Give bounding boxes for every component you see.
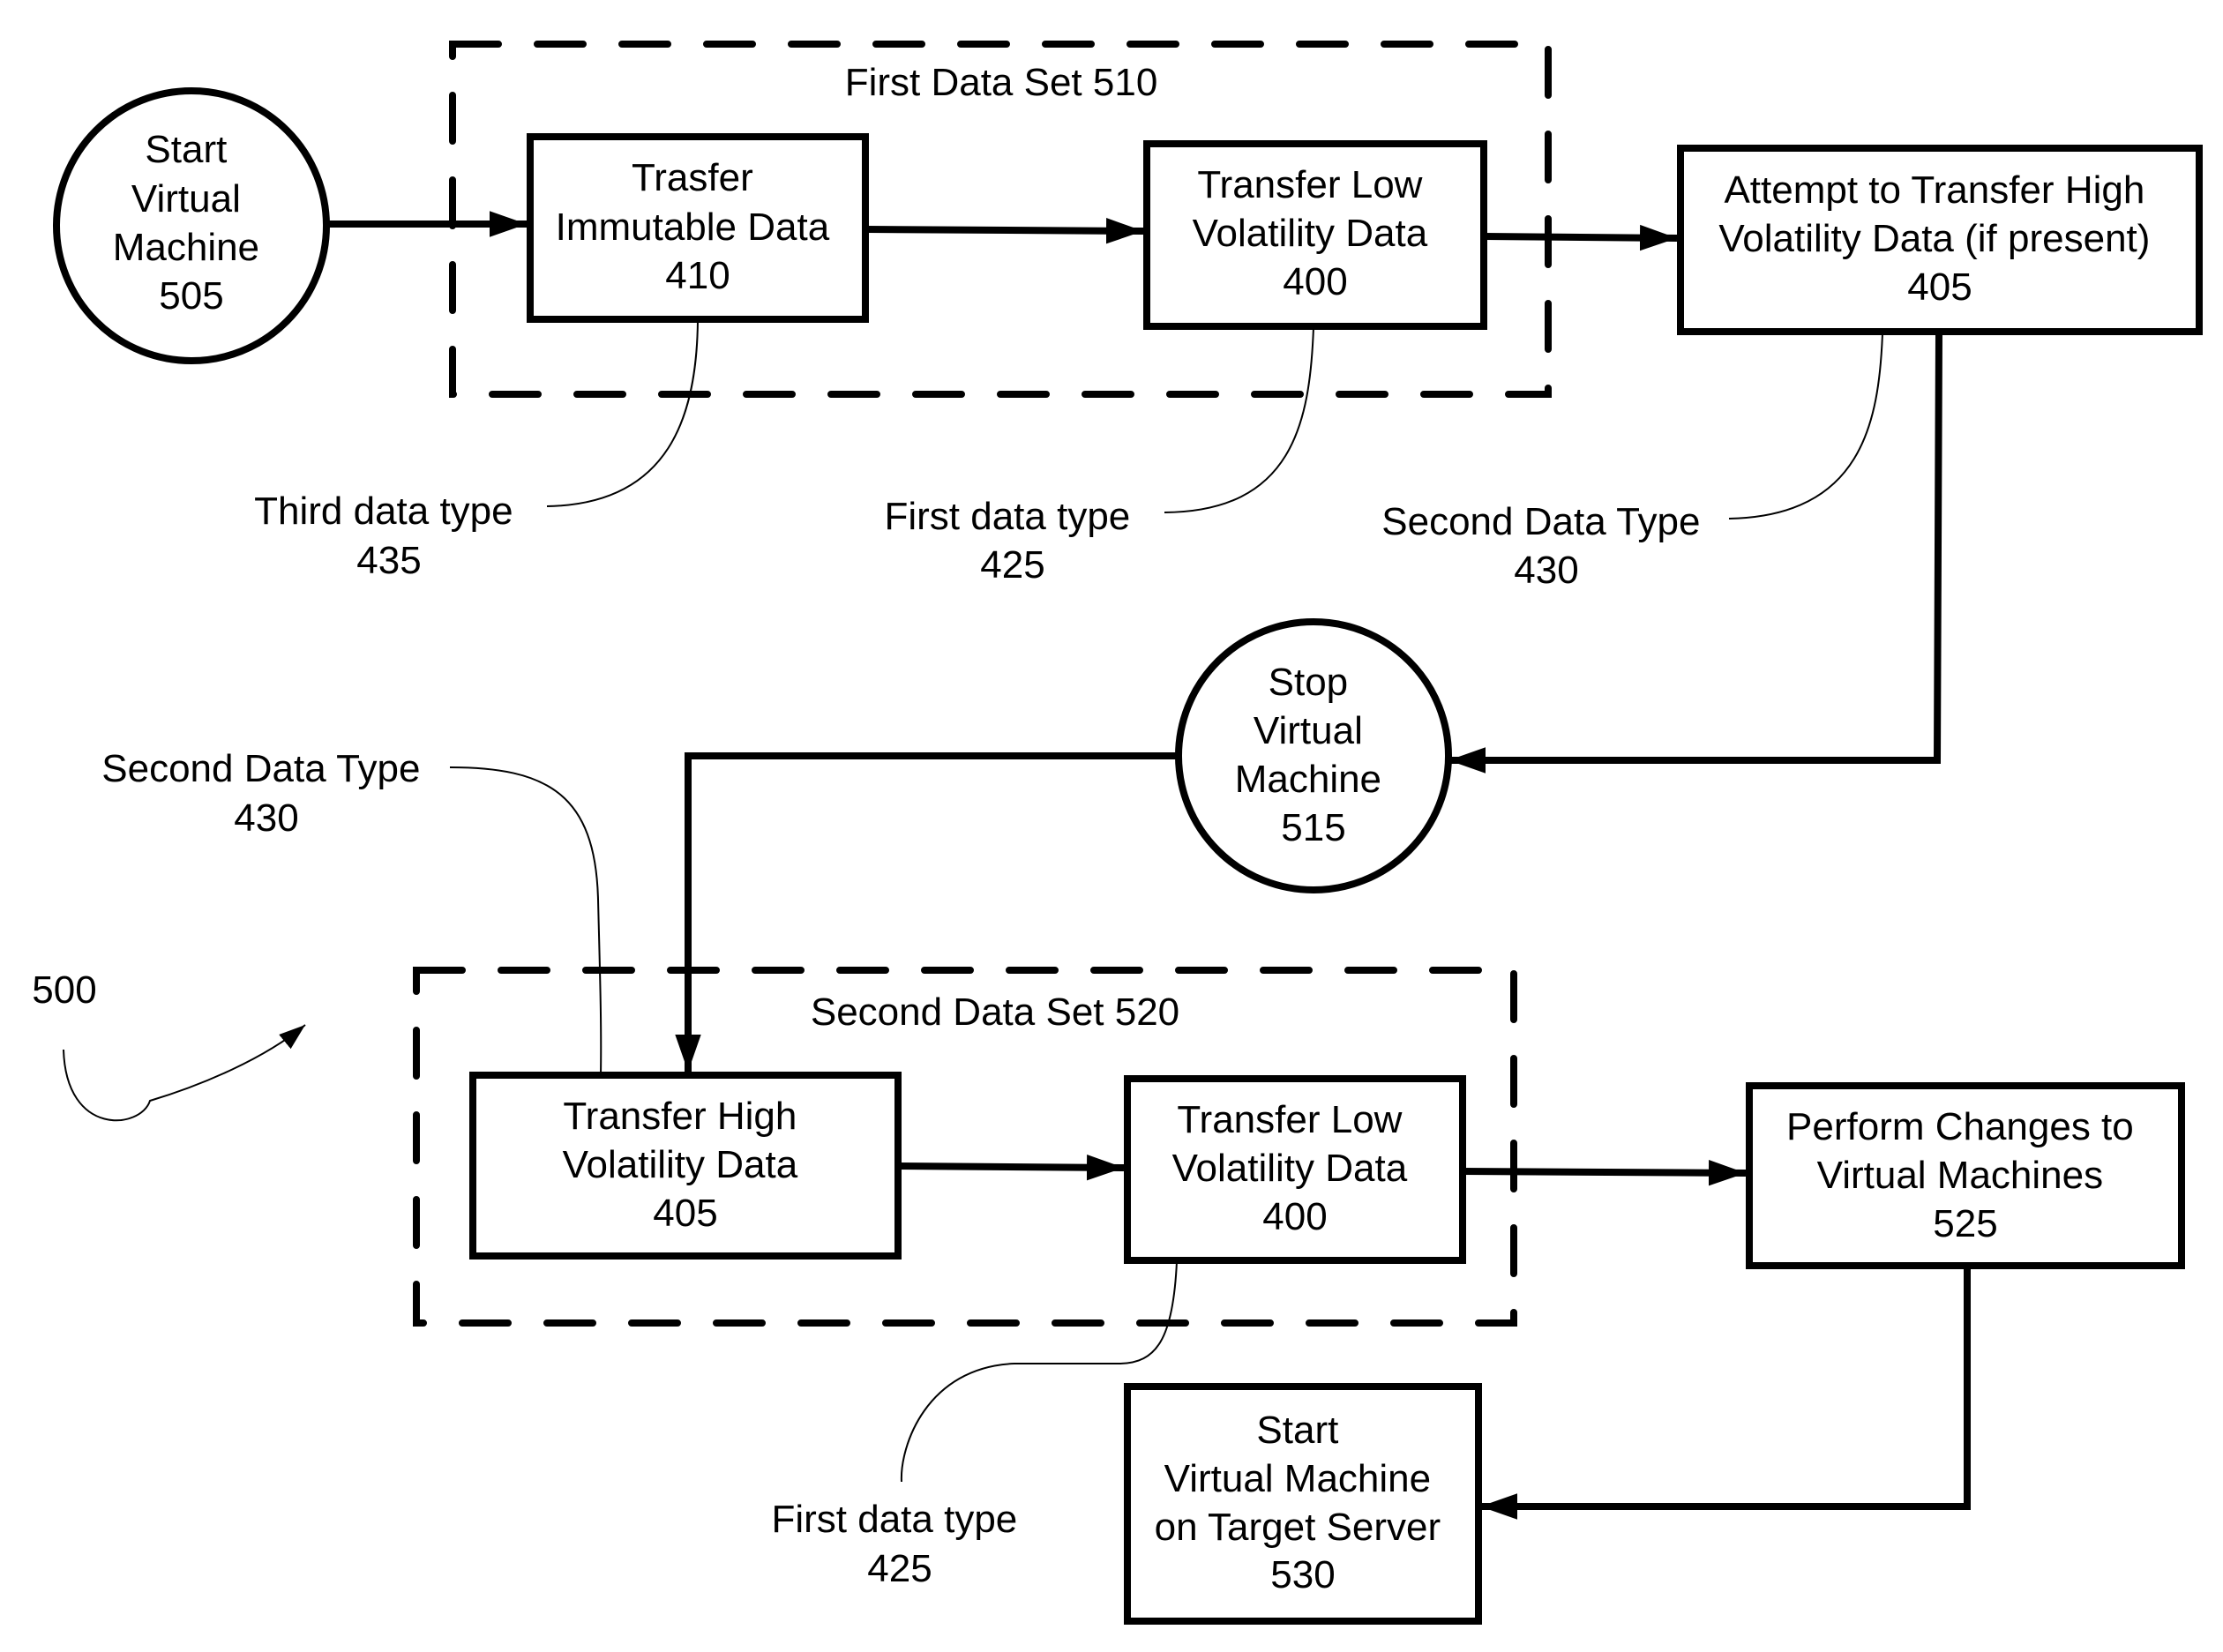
flow-diagram: First Data Set 510 Second Data Set 520 S… [32,41,2203,1625]
node-transfer-low-400-b: Transfer Low Volatility Data 400 [1124,1075,1466,1264]
node-start-vm-target-530: Start Virtual Machine on Target Server 5… [1124,1383,1482,1625]
callout-third-data-type-435: Third data type 435 [254,490,524,582]
edge-410-400 [865,218,1144,244]
second-data-set-label: Second Data Set 520 [811,990,1179,1034]
callout-second-data-type-430-a: Second Data Type 430 [1381,500,1710,592]
connectors [326,211,1971,1520]
figure-reference-number: 500 [32,968,96,1012]
node-transfer-low-400-a: Transfer Low Volatility Data 400 [1143,140,1487,330]
callout-second-data-type-430-b: Second Data Type 430 [101,747,430,840]
callout-text: First data type 425 [771,1498,1028,1590]
node-stop-vm-515: Stop Virtual Machine 515 [1175,618,1452,893]
figure-reference: 500 [32,968,306,1122]
callout-first-data-type-425-a: First data type 425 [884,495,1141,587]
edge-400b-525 [1462,1160,1747,1186]
edge-525-530 [1480,1267,1971,1520]
leader-425-a [1164,326,1314,513]
figure-reference-arrow [63,1024,306,1122]
edge-405b-400b [898,1154,1125,1181]
callout-text: First data type 425 [884,495,1141,587]
edge-400-405 [1484,224,1678,251]
leader-430-a [1728,333,1883,520]
leader-430-b [449,766,603,1076]
callout-first-data-type-425-b: First data type 425 [771,1498,1028,1590]
first-data-set-label: First Data Set 510 [845,61,1158,104]
leader-435 [546,319,699,507]
callout-text: Third data type 435 [254,490,524,582]
node-start-vm-505: Start Virtual Machine 505 [53,87,330,364]
callout-text: Second Data Type 430 [1381,500,1710,592]
node-perform-changes-525: Perform Changes to Virtual Machines 525 [1746,1082,2185,1269]
callout-leaders [449,319,1883,1483]
node-transfer-immutable-410: Trasfer Immutable Data 410 [527,133,869,323]
node-transfer-high-405-b: Transfer High Volatility Data 405 [469,1072,902,1260]
node-attempt-high-405-a: Attempt to Transfer High Volatility Data… [1677,145,2203,335]
callout-text: Second Data Type 430 [101,747,430,840]
